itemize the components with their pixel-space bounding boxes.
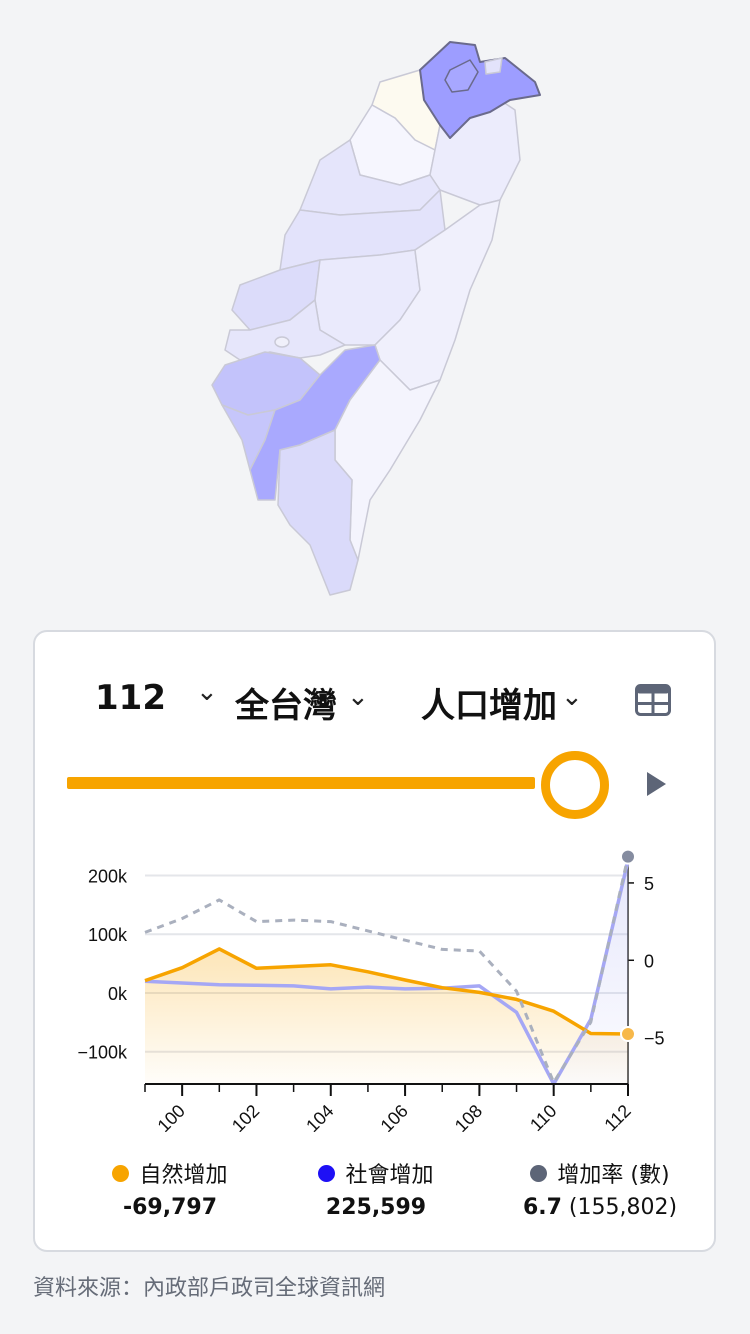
data-source: 資料來源：內政部戶政司全球資訊網	[33, 1276, 386, 1301]
legend-dot	[112, 1164, 130, 1182]
taiwan-map[interactable]	[0, 0, 750, 620]
legend-value: 6.7	[522, 1195, 562, 1220]
x-tick-label: 102	[228, 1101, 263, 1132]
x-tick-label: 106	[377, 1101, 412, 1132]
x-tick-label: 112	[600, 1101, 634, 1132]
series-point-rate	[620, 848, 636, 865]
y-tick-label-left: 100k	[88, 925, 128, 945]
year-value: 112	[95, 678, 166, 718]
trend-chart: 200k 100k 0k −100k 5 0 −5 100 102 104 106 108 110 112	[77, 848, 665, 1132]
y-tick-label-left: −100k	[77, 1043, 128, 1063]
legend-item-social: 社會增加 225,599	[291, 1157, 461, 1220]
map-islet	[274, 336, 290, 348]
legend-dot	[318, 1164, 336, 1182]
legend-value: 225,599	[325, 1195, 427, 1220]
metric-value: 人口增加	[421, 686, 557, 726]
x-tick-label: 108	[451, 1101, 486, 1132]
x-tick-label: 100	[154, 1101, 189, 1132]
legend-label: 自然增加	[139, 1163, 228, 1188]
metric-select[interactable]: 人口增加 ⌄	[421, 678, 583, 727]
region-value: 全台灣	[235, 686, 337, 726]
year-slider-track[interactable]	[67, 777, 535, 789]
year-slider-thumb[interactable]	[541, 751, 609, 819]
x-tick-label: 110	[526, 1101, 560, 1132]
y-tick-label-left: 200k	[88, 866, 128, 886]
legend-extra: (155,802)	[561, 1195, 678, 1220]
legend-label: 社會增加	[345, 1163, 434, 1188]
play-icon[interactable]	[647, 772, 666, 796]
series-area-natural	[145, 948, 628, 1084]
table-icon[interactable]	[635, 684, 671, 716]
y-tick-label-left: 0k	[108, 984, 128, 1004]
x-tick-label: 104	[302, 1101, 337, 1132]
y-tick-label-right: −5	[644, 1029, 665, 1049]
y-tick-label-right: 5	[644, 874, 654, 894]
chart-card: 112 ⌄ 全台灣 ⌄ 人口增加 ⌄ 200k 100k 0k −100k 5 0 −5 10…	[33, 630, 716, 1252]
legend-dot	[530, 1164, 548, 1182]
chevron-down-icon: ⌄	[195, 677, 218, 707]
legend-item-rate: 增加率 (數) 6.7 (155,802)	[495, 1157, 705, 1220]
region-select[interactable]: 全台灣 ⌄	[235, 678, 369, 727]
legend-label: 增加率 (數)	[557, 1163, 670, 1188]
chevron-down-icon: ⌄	[561, 681, 583, 712]
year-select[interactable]: 112 ⌄	[95, 677, 218, 718]
legend-value: -69,797	[122, 1195, 218, 1220]
series-point-natural	[620, 1025, 636, 1042]
y-tick-label-right: 0	[644, 951, 654, 971]
chevron-down-icon: ⌄	[347, 681, 369, 712]
legend-item-natural: 自然增加 -69,797	[85, 1157, 255, 1220]
